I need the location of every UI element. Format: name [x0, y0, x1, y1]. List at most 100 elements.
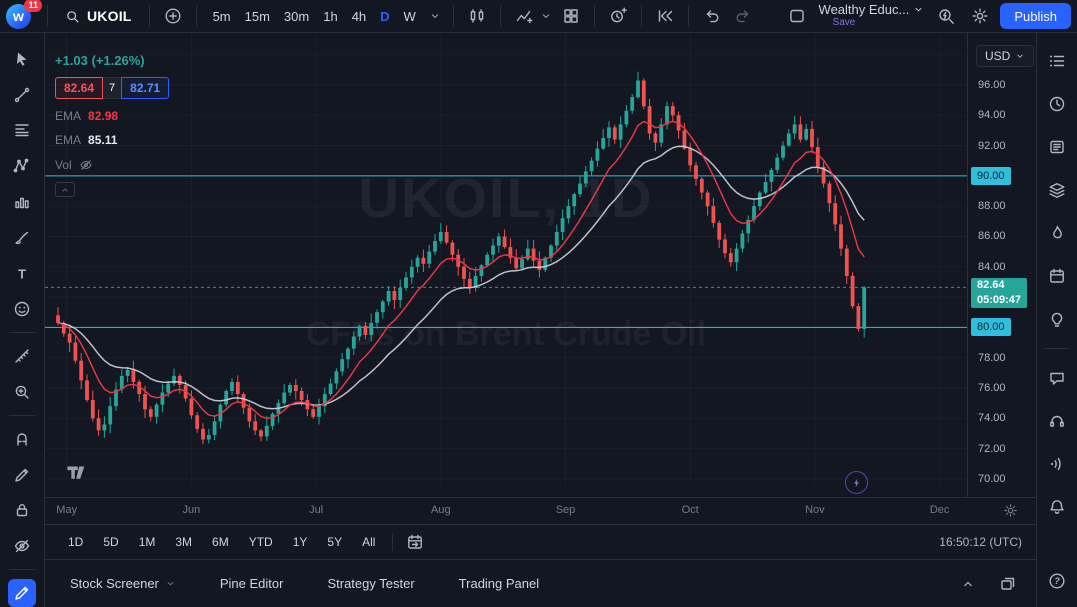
zoom-in-icon[interactable]	[8, 378, 36, 406]
panel-restore-icon[interactable]	[994, 570, 1022, 598]
range-1d[interactable]: 1D	[59, 531, 92, 553]
bottom-panel-tabs: Stock Screener Pine Editor Strategy Tester…	[45, 560, 1036, 607]
chart-layout-icon[interactable]	[783, 2, 811, 30]
cursor-icon[interactable]	[8, 45, 36, 73]
tab-pine-editor[interactable]: Pine Editor	[220, 576, 284, 591]
range-1y[interactable]: 1Y	[284, 531, 317, 553]
fib-retracement-icon[interactable]	[8, 117, 36, 145]
layout-menu[interactable]: Wealthy Educ... Save	[817, 3, 927, 29]
panel-expand-icon[interactable]	[954, 570, 982, 598]
calendar-icon[interactable]	[1043, 262, 1071, 290]
settings-icon[interactable]	[966, 2, 994, 30]
timeframe-4h[interactable]: 4h	[345, 4, 373, 28]
timeframe-W[interactable]: W	[397, 4, 423, 28]
timezone-clock[interactable]: 16:50:12 (UTC)	[939, 535, 1022, 549]
tab-trading-panel[interactable]: Trading Panel	[459, 576, 539, 591]
news-icon[interactable]	[1043, 133, 1071, 161]
emoji-icon[interactable]	[8, 296, 36, 324]
legend-collapse-button[interactable]	[55, 182, 75, 197]
lock-all-drawings-icon[interactable]	[8, 497, 36, 525]
support-icon[interactable]	[1043, 407, 1071, 435]
tradingview-logo-icon	[65, 461, 87, 483]
streams-icon[interactable]	[1043, 450, 1071, 478]
chats-icon[interactable]	[1043, 364, 1071, 392]
quick-search-icon[interactable]	[932, 2, 960, 30]
notifications-icon[interactable]	[1043, 493, 1071, 521]
hide-all-drawings-icon[interactable]	[8, 532, 36, 560]
chart-style-icon[interactable]	[463, 2, 491, 30]
tradingview-watermark-logo[interactable]	[65, 461, 87, 486]
forecast-icon[interactable]	[8, 188, 36, 216]
level-price-badge: 80.00	[971, 318, 1011, 336]
timeframe-5m[interactable]: 5m	[206, 4, 238, 28]
watchlist-icon[interactable]	[1043, 47, 1071, 75]
sell-button[interactable]: 82.64	[55, 77, 103, 99]
price-label: 96.00	[978, 79, 1006, 91]
symbol-search[interactable]: UKOIL	[57, 2, 140, 30]
range-1m[interactable]: 1M	[130, 531, 165, 553]
tradingview-logo[interactable]: w 11	[6, 2, 38, 30]
time-axis[interactable]: MayJunJulAugSepOctNovDec	[45, 497, 1036, 524]
measure-icon[interactable]	[8, 342, 36, 370]
draw-icon[interactable]	[8, 461, 36, 489]
range-6m[interactable]: 6M	[203, 531, 238, 553]
indicator-name: EMA	[55, 109, 81, 123]
indicator-legend: EMA82.98EMA85.11	[55, 108, 169, 148]
goto-date-icon[interactable]	[401, 528, 429, 556]
tab-stock-screener[interactable]: Stock Screener	[70, 576, 176, 591]
indicator-name: EMA	[55, 133, 81, 147]
range-ytd[interactable]: YTD	[240, 531, 282, 553]
ideas-icon[interactable]	[1043, 305, 1071, 333]
range-5y[interactable]: 5Y	[318, 531, 351, 553]
tab-label: Pine Editor	[220, 576, 284, 591]
publish-button[interactable]: Publish	[1000, 3, 1071, 29]
currency-toggle[interactable]: USD	[976, 45, 1034, 67]
tab-label: Stock Screener	[70, 576, 159, 591]
timeframe-15m[interactable]: 15m	[238, 4, 277, 28]
create-alert-icon[interactable]	[604, 2, 632, 30]
top-toolbar: w 11 UKOIL 5m15m30m1h4hDW Wealthy Educ..…	[0, 0, 1077, 33]
chart-canvas[interactable]: UKOIL, 1D CFDs on Brent Crude Oil +1.03 …	[45, 33, 967, 497]
help-icon[interactable]: ?	[1043, 567, 1071, 595]
lightning-button[interactable]	[845, 471, 868, 494]
toolbar-separator	[453, 5, 454, 27]
price-axis[interactable]: USD 96.0094.0092.0088.0086.0084.0078.007…	[967, 33, 1036, 497]
axis-settings-icon[interactable]	[1003, 503, 1018, 518]
hotlists-icon[interactable]	[1043, 219, 1071, 247]
lightning-icon	[851, 477, 863, 489]
month-label: Sep	[556, 504, 576, 516]
buy-button[interactable]: 82.71	[121, 77, 169, 99]
redo-icon[interactable]	[729, 2, 757, 30]
indicators-dropdown-icon[interactable]	[538, 2, 554, 30]
undo-icon[interactable]	[698, 2, 726, 30]
trade-widget: 82.64 7 82.71	[55, 77, 169, 99]
brush-icon[interactable]	[8, 224, 36, 252]
range-all[interactable]: All	[353, 531, 384, 553]
bar-replay-icon[interactable]	[651, 2, 679, 30]
currency-dropdown-icon	[1015, 51, 1025, 61]
compare-add-icon[interactable]	[159, 2, 187, 30]
timeframe-1h[interactable]: 1h	[316, 4, 344, 28]
cloud-save-button[interactable]: Save	[833, 16, 856, 29]
tab-strategy-tester[interactable]: Strategy Tester	[327, 576, 414, 591]
volume-hidden-icon[interactable]	[79, 158, 93, 172]
svg-text:?: ?	[1054, 576, 1060, 586]
range-3m[interactable]: 3M	[166, 531, 201, 553]
text-tool-icon[interactable]: T	[8, 260, 36, 288]
alerts-icon[interactable]	[1043, 90, 1071, 118]
range-5d[interactable]: 5D	[94, 531, 127, 553]
right-sidebar: ?	[1036, 33, 1077, 607]
timeframe-30m[interactable]: 30m	[277, 4, 316, 28]
timeframes-dropdown-icon[interactable]	[426, 2, 444, 30]
spread-value: 7	[103, 77, 121, 99]
trend-line-icon[interactable]	[8, 81, 36, 109]
favorite-drawings-icon[interactable]	[8, 579, 36, 607]
magnet-icon[interactable]	[8, 425, 36, 453]
month-label: Jul	[309, 504, 323, 516]
indicators-icon[interactable]	[510, 2, 538, 30]
pattern-xabcd-icon[interactable]	[8, 152, 36, 180]
month-label: May	[56, 504, 77, 516]
timeframe-D[interactable]: D	[373, 4, 396, 28]
object-tree-icon[interactable]	[1043, 176, 1071, 204]
multichart-layout-icon[interactable]	[557, 2, 585, 30]
